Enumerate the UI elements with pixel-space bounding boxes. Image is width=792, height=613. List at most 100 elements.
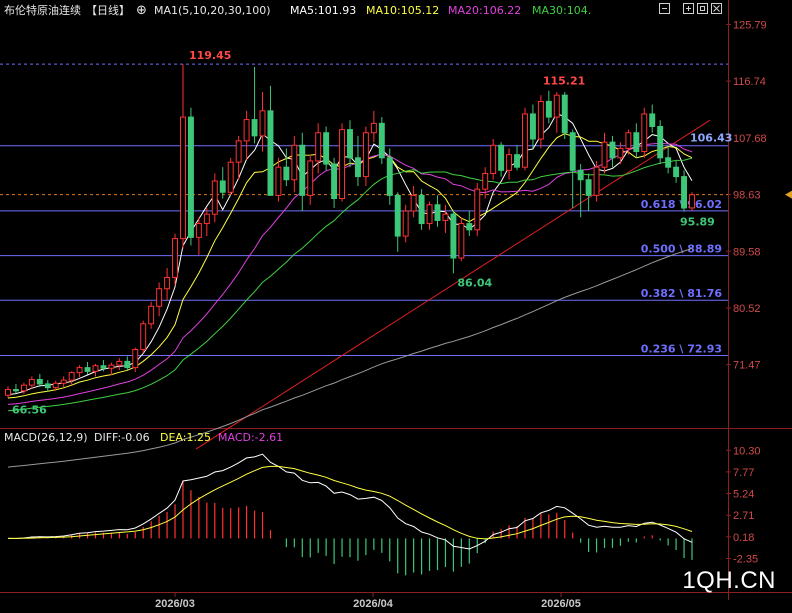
candle-body (5, 389, 11, 396)
candle-body (466, 223, 473, 231)
macd-axis: 10.30 7.77 5.24 2.71 0.18 -2.35 (726, 445, 761, 565)
minimize-icon[interactable] (659, 3, 670, 14)
candle (251, 66, 258, 144)
candle (394, 192, 401, 252)
macd-dea-value: DEA:1.25 (160, 431, 211, 444)
candle (609, 135, 616, 168)
settings-gear-icon[interactable]: ⊕ (136, 3, 147, 18)
candle (545, 90, 552, 124)
candle (12, 383, 19, 394)
candle (665, 145, 672, 174)
candle (44, 380, 51, 393)
candle-body (267, 110, 274, 196)
price-tick-label: 80.52 (733, 303, 761, 315)
chart-canvas[interactable]: 布伦特原油连续 【日线】 ⊕ MA1(5,10,20,30,100) MA5:1… (0, 0, 792, 613)
instrument-title[interactable]: 布伦特原油连续 (4, 3, 81, 17)
candle-body (235, 140, 242, 163)
candle-body (354, 157, 361, 178)
macd-macd-value: MACD:-2.61 (218, 431, 283, 444)
macd-diff-value: DIFF:-0.06 (94, 431, 150, 444)
candle-body (506, 154, 513, 171)
candle-body (44, 383, 51, 389)
candle-body (633, 132, 640, 153)
candle-body (275, 166, 282, 196)
candle (378, 117, 385, 165)
candle (307, 154, 314, 205)
candle-body (522, 113, 528, 168)
price-axis: 125.79 116.74 107.68 98.63 89.58 80.52 71.47 (726, 19, 767, 372)
candle (450, 211, 457, 274)
candle (689, 192, 695, 212)
high-price-label: 119.45 (189, 49, 231, 62)
candle (673, 160, 680, 183)
window-controls (659, 3, 722, 14)
price-tick-label: 125.79 (733, 19, 767, 31)
candle-body (203, 213, 210, 225)
macd-dea-line (8, 465, 693, 540)
candle (259, 92, 266, 152)
candle-body (28, 379, 35, 386)
candle-body (259, 110, 266, 137)
candle (633, 123, 640, 158)
candle-body (490, 144, 497, 174)
candle-body (299, 144, 306, 196)
ma10-value: MA10:105.12 (366, 4, 439, 17)
candle-body (601, 141, 608, 168)
candle (323, 126, 330, 171)
candle (211, 173, 218, 223)
candle (84, 361, 91, 375)
candle (410, 185, 417, 218)
candle-body (243, 119, 250, 142)
candle-body (418, 194, 425, 225)
candle (124, 356, 131, 371)
last-low-label: 95.89 (680, 216, 715, 229)
candle (180, 64, 186, 249)
low-price-label: 86.04 (457, 276, 492, 289)
price-tick-label: 107.68 (733, 133, 767, 145)
candle-body (164, 276, 171, 290)
candle-body (251, 119, 258, 137)
candle (418, 189, 425, 230)
candle (537, 95, 544, 149)
candle (561, 92, 568, 140)
candle-body (291, 144, 298, 181)
macd-title: MACD(26,12,9) (4, 431, 88, 444)
candle-body (673, 166, 680, 178)
candle (362, 126, 369, 186)
close-icon[interactable] (711, 3, 722, 14)
candle (490, 139, 497, 180)
candle (347, 120, 353, 168)
candle (219, 167, 226, 199)
candle-body (402, 210, 409, 237)
candle-body (577, 169, 584, 181)
candle-body (68, 372, 75, 381)
candle-body (498, 144, 505, 171)
date-tick-label: 2026/04 (353, 598, 394, 610)
ma30-value: MA30:104. (532, 4, 591, 17)
candle-body (545, 100, 552, 118)
candle (354, 135, 361, 186)
candle-body (76, 367, 83, 374)
candle (227, 157, 234, 196)
candle-body (148, 305, 155, 325)
candle-body (331, 163, 338, 200)
candle-body (529, 113, 536, 140)
candle-body (561, 94, 568, 134)
fib-level-label: 0.500 \ 88.89 (641, 243, 722, 256)
macd-panel (7, 453, 693, 576)
candle (529, 104, 536, 149)
candle (339, 123, 346, 202)
candle (434, 195, 441, 227)
candle (593, 160, 600, 202)
macd-tick-label: 0.18 (733, 532, 754, 544)
period-label[interactable]: 【日线】 (86, 3, 130, 17)
candle-body (132, 348, 139, 369)
candle (331, 157, 338, 208)
macd-tick-label: 10.30 (733, 445, 761, 457)
candle-body (108, 364, 115, 369)
candle (195, 217, 202, 255)
candle (553, 92, 560, 133)
watermark: 1QH.CN (682, 567, 776, 594)
restore-icon[interactable] (697, 3, 708, 14)
maximize-icon[interactable] (683, 3, 694, 14)
